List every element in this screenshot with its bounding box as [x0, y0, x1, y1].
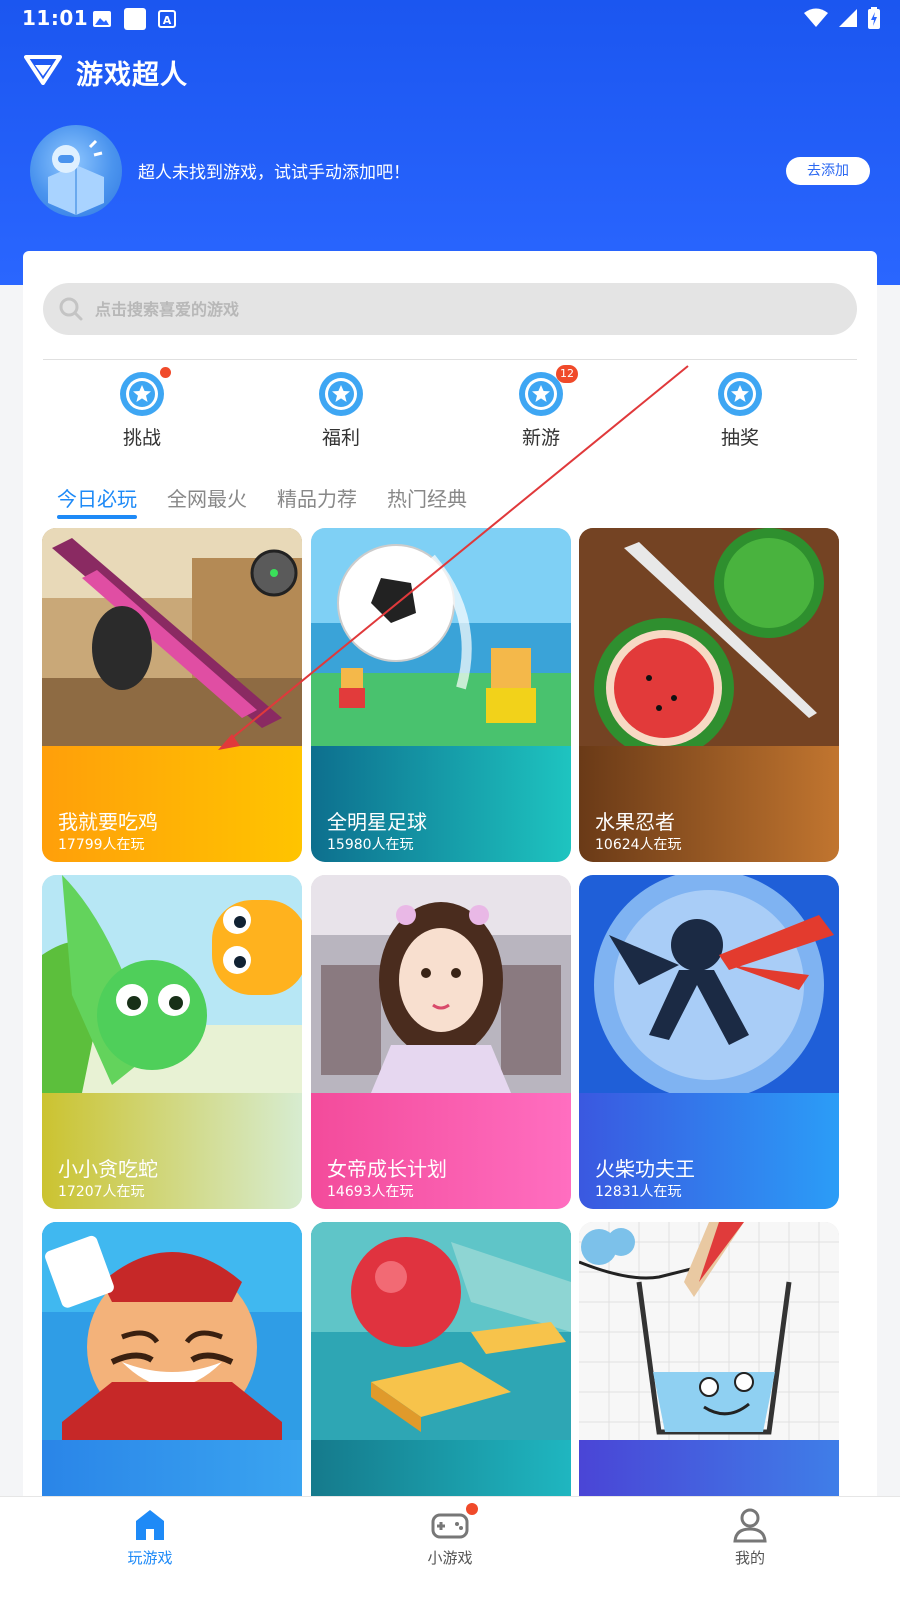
signal-icon	[838, 8, 858, 32]
game-info-panel: 女帝成长计划 14693人在玩	[311, 1093, 571, 1209]
category-new-games[interactable]: 12 新游	[486, 365, 596, 450]
svg-text:A: A	[163, 14, 172, 27]
category-label: 挑战	[122, 427, 161, 449]
game-info-panel: 火柴功夫王 12831人在玩	[579, 1093, 839, 1209]
tab-recommended[interactable]: 精品力荐	[277, 483, 357, 517]
tab-classic[interactable]: 热门经典	[387, 483, 467, 517]
gallery-icon	[92, 10, 112, 32]
gamepad-icon	[431, 1513, 469, 1539]
add-game-button[interactable]: 去添加	[786, 157, 870, 185]
nav-profile[interactable]: 我的	[690, 1507, 810, 1568]
game-title: 女帝成长计划	[327, 1157, 447, 1181]
game-info-panel: 水果忍者 10624人在玩	[579, 746, 839, 862]
nav-play-games[interactable]: 玩游戏	[90, 1507, 210, 1568]
tab-today-must-play[interactable]: 今日必玩	[57, 483, 137, 519]
wifi-icon	[804, 8, 828, 32]
game-title: 小小贪吃蛇	[58, 1157, 158, 1181]
notice-message: 超人未找到游戏，试试手动添加吧！	[138, 163, 410, 183]
new-dot	[466, 1503, 478, 1515]
star-badge-icon	[319, 372, 363, 416]
divider	[43, 359, 857, 360]
main-card: 挑战 福利 12 新游 抽奖 今日必玩 全网最火 精品力荐 热门经典	[23, 251, 877, 1600]
game-title: 我就要吃鸡	[58, 810, 158, 834]
nav-label: 玩游戏	[127, 1549, 173, 1567]
game-cover-image	[311, 1222, 571, 1440]
game-player-count: 14693人在玩	[327, 1184, 414, 1200]
game-card[interactable]: 全明星足球 15980人在玩	[311, 528, 571, 862]
game-cover-image	[579, 875, 839, 1093]
category-challenge[interactable]: 挑战	[87, 367, 197, 450]
category-label: 抽奖	[720, 427, 759, 449]
game-info-panel: 全明星足球 15980人在玩	[311, 746, 571, 862]
category-lottery[interactable]: 抽奖	[685, 371, 795, 450]
game-cover-image	[42, 875, 302, 1093]
game-info-panel: 我就要吃鸡 17799人在玩	[42, 746, 302, 862]
game-box-illustration	[30, 125, 122, 217]
game-title: 全明星足球	[327, 810, 427, 834]
game-cover-image	[311, 875, 571, 1093]
game-title: 水果忍者	[595, 810, 675, 834]
game-player-count: 10624人在玩	[595, 837, 682, 853]
game-cover-image	[42, 1222, 302, 1440]
no-games-notice: 超人未找到游戏，试试手动添加吧！ 去添加	[30, 125, 870, 217]
count-badge: 12	[556, 365, 578, 383]
app-logo-icon	[24, 55, 62, 89]
search-icon	[59, 297, 83, 325]
game-title: 火柴功夫王	[595, 1157, 695, 1181]
app-notification-icon	[124, 8, 146, 34]
user-icon	[733, 1508, 767, 1543]
game-player-count: 17207人在玩	[58, 1184, 145, 1200]
search-bar[interactable]	[43, 283, 857, 335]
game-cover-image	[42, 528, 302, 746]
game-player-count: 12831人在玩	[595, 1184, 682, 1200]
game-cover-image	[579, 528, 839, 746]
category-row: 挑战 福利 12 新游 抽奖	[43, 365, 857, 451]
status-bar: 11:01 A	[0, 0, 900, 36]
game-player-count: 15980人在玩	[327, 837, 414, 853]
game-card[interactable]: 小小贪吃蛇 17207人在玩	[42, 875, 302, 1209]
game-cover-image	[579, 1222, 839, 1440]
category-label: 新游	[521, 427, 560, 449]
tab-hottest[interactable]: 全网最火	[167, 483, 247, 517]
game-info-panel: 小小贪吃蛇 17207人在玩	[42, 1093, 302, 1209]
game-card[interactable]: 水果忍者 10624人在玩	[579, 528, 839, 862]
status-time: 11:01	[22, 6, 89, 30]
tab-bar: 今日必玩 全网最火 精品力荐 热门经典	[57, 483, 467, 519]
nav-label: 我的	[734, 1549, 765, 1567]
app-bar: 游戏超人	[24, 52, 188, 92]
home-icon	[136, 1510, 164, 1540]
star-badge-icon	[718, 372, 762, 416]
font-notification-icon: A	[158, 10, 176, 32]
category-welfare[interactable]: 福利	[286, 371, 396, 450]
game-card[interactable]: 女帝成长计划 14693人在玩	[311, 875, 571, 1209]
bottom-navigation: 玩游戏 小游戏 我的	[0, 1496, 900, 1600]
nav-label: 小游戏	[427, 1549, 473, 1567]
nav-mini-games[interactable]: 小游戏	[390, 1503, 510, 1568]
search-input[interactable]	[95, 283, 835, 335]
battery-icon	[868, 7, 880, 33]
game-card[interactable]: 火柴功夫王 12831人在玩	[579, 875, 839, 1209]
app-title: 游戏超人	[76, 59, 188, 91]
game-player-count: 17799人在玩	[58, 837, 145, 853]
game-card[interactable]: 我就要吃鸡 17799人在玩	[42, 528, 302, 862]
game-cover-image	[311, 528, 571, 746]
new-dot	[160, 367, 171, 378]
category-label: 福利	[321, 427, 360, 449]
star-badge-icon	[120, 372, 164, 416]
